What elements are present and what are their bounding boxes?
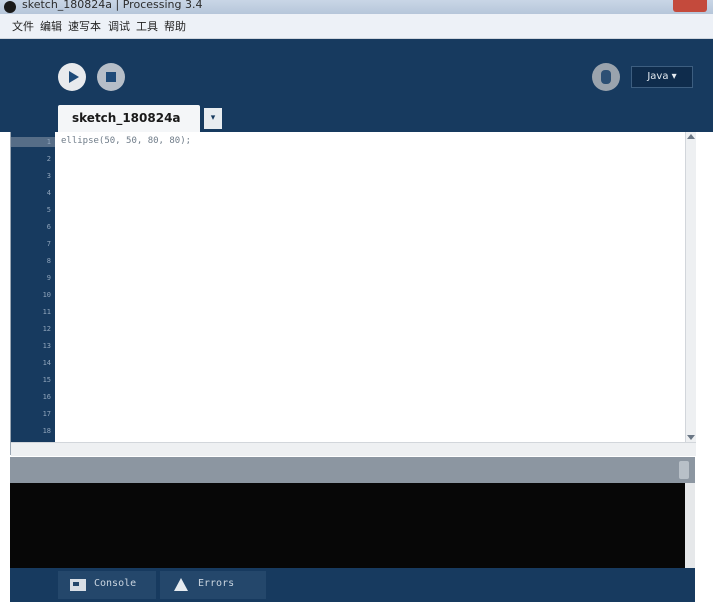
bug-icon — [601, 70, 611, 84]
mode-selector[interactable]: Java ▾ — [631, 66, 693, 88]
footer-bar: Console Errors — [10, 568, 695, 602]
warning-icon — [174, 578, 188, 591]
line-number: 18 — [42, 427, 51, 435]
toolbar: Java ▾ sketch_180824a ▾ — [0, 39, 713, 132]
line-number: 4 — [46, 189, 51, 197]
line-number: 13 — [42, 342, 51, 350]
window-title: sketch_180824a | Processing 3.4 — [22, 0, 203, 11]
line-number: 15 — [42, 376, 51, 384]
stop-icon — [106, 72, 116, 82]
errors-tab-label: Errors — [198, 578, 235, 589]
line-number-gutter: 1 2 3 4 5 6 7 8 9 10 11 12 13 14 15 16 1… — [11, 132, 55, 442]
run-button[interactable] — [58, 63, 86, 91]
code-line[interactable]: ellipse(50, 50, 80, 80); — [61, 136, 191, 146]
console-output[interactable] — [10, 483, 695, 568]
menu-tools[interactable]: 工具 — [136, 18, 158, 34]
play-icon — [69, 71, 79, 83]
menu-sketch[interactable]: 速写本 — [68, 18, 101, 34]
line-number: 10 — [42, 291, 51, 299]
line-number: 17 — [42, 410, 51, 418]
console-divider[interactable] — [10, 457, 695, 483]
editor-vertical-scrollbar[interactable] — [685, 132, 696, 442]
code-editor[interactable]: 1 2 3 4 5 6 7 8 9 10 11 12 13 14 15 16 1… — [10, 132, 696, 456]
window-close-button[interactable] — [673, 0, 707, 12]
line-number: 5 — [46, 206, 51, 214]
line-number: 12 — [42, 325, 51, 333]
menu-bar: 文件 编辑 速写本 调试 工具 帮助 — [0, 14, 713, 39]
line-number: 3 — [46, 172, 51, 180]
menu-help[interactable]: 帮助 — [164, 18, 186, 34]
line-number: 1 — [46, 138, 51, 146]
console-scrollbar[interactable] — [685, 483, 695, 568]
tab-menu-arrow[interactable]: ▾ — [204, 108, 222, 129]
line-number: 7 — [46, 240, 51, 248]
line-number: 14 — [42, 359, 51, 367]
line-number: 8 — [46, 257, 51, 265]
window-title-bar: sketch_180824a | Processing 3.4 — [0, 0, 713, 14]
scroll-down-arrow-icon[interactable] — [687, 435, 695, 440]
tab-label: sketch_180824a — [72, 111, 181, 125]
errors-tab[interactable]: Errors — [160, 571, 266, 599]
divider-handle[interactable] — [679, 461, 689, 479]
menu-debug[interactable]: 调试 — [108, 18, 130, 34]
line-number: 2 — [46, 155, 51, 163]
console-icon — [70, 579, 86, 591]
line-number: 6 — [46, 223, 51, 231]
console-tab-label: Console — [94, 578, 137, 589]
stop-button[interactable] — [97, 63, 125, 91]
line-number: 11 — [42, 308, 51, 316]
console-tab[interactable]: Console — [58, 571, 156, 599]
tab-sketch[interactable]: sketch_180824a — [58, 105, 200, 132]
editor-horizontal-scrollbar[interactable] — [11, 442, 696, 456]
debug-button[interactable] — [592, 63, 620, 91]
menu-file[interactable]: 文件 — [12, 18, 34, 34]
menu-edit[interactable]: 编辑 — [40, 18, 62, 34]
line-number: 9 — [46, 274, 51, 282]
line-number: 16 — [42, 393, 51, 401]
scroll-up-arrow-icon[interactable] — [687, 134, 695, 139]
processing-app-icon — [4, 1, 16, 13]
